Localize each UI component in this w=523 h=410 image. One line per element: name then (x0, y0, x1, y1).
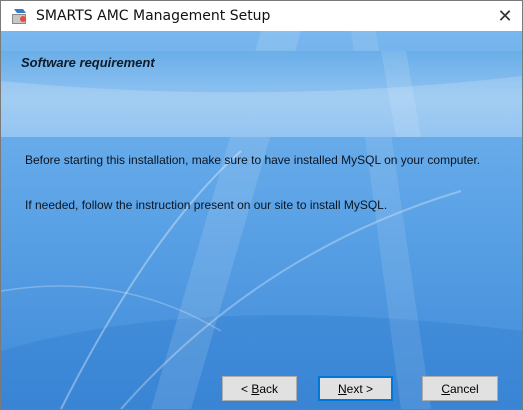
next-rest: ext > (346, 381, 374, 396)
back-mnemonic: B (251, 381, 260, 396)
close-button[interactable]: ✕ (488, 1, 522, 31)
next-button[interactable]: Next > (318, 376, 393, 401)
next-mnemonic: N (337, 381, 347, 396)
instruction-message: If needed, follow the instruction presen… (25, 198, 388, 212)
cancel-button[interactable]: Cancel (422, 376, 498, 401)
wizard-body: Software requirement Before starting thi… (1, 31, 522, 409)
title-bar[interactable]: SMARTS AMC Management Setup ✕ (1, 1, 522, 31)
setup-window: SMARTS AMC Management Setup ✕ Software r… (0, 0, 523, 410)
cancel-mnemonic: C (441, 381, 450, 396)
back-rest: ack (259, 381, 279, 396)
installer-icon (12, 9, 26, 24)
back-prefix: < (240, 381, 252, 396)
page-title: Software requirement (21, 55, 155, 70)
requirement-message: Before starting this installation, make … (25, 153, 481, 167)
window-title: SMARTS AMC Management Setup (36, 8, 271, 24)
cancel-rest: ancel (449, 381, 479, 396)
back-button[interactable]: < Back (222, 376, 297, 401)
close-icon: ✕ (497, 5, 513, 26)
